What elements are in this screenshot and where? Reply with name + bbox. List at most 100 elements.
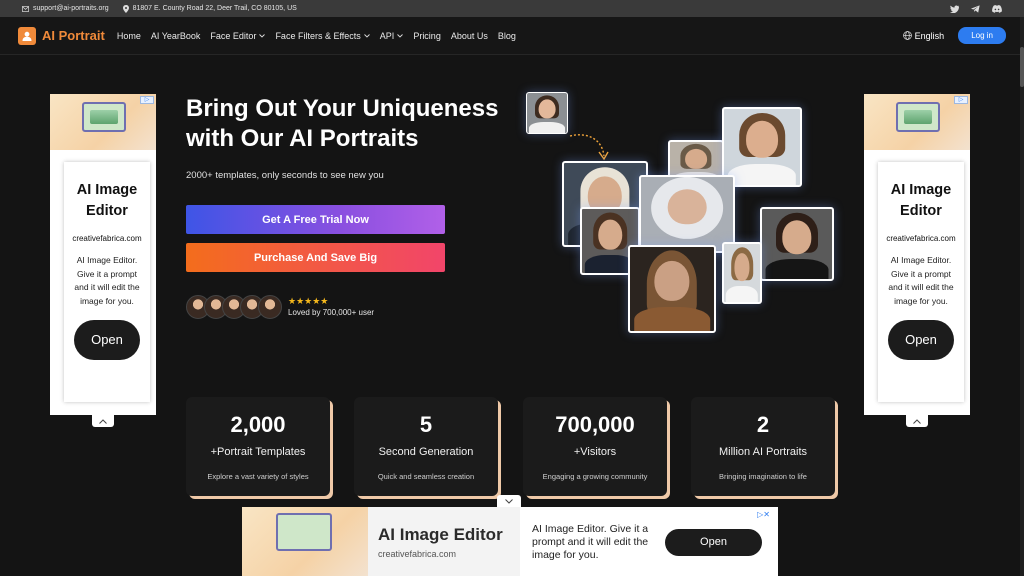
user-avatars — [186, 295, 282, 321]
stat-label: +Visitors — [573, 446, 617, 458]
stat-card: 5 Second Generation Quick and seamless c… — [354, 397, 498, 496]
top-info-bar: support@ai-portraits.org 81807 E. County… — [0, 0, 1024, 17]
chevron-down-icon — [363, 33, 370, 38]
ad-site: creativefabrica.com — [72, 234, 142, 243]
globe-icon — [902, 31, 912, 40]
ad-description: AI Image Editor. Give it a prompt and it… — [532, 523, 649, 561]
stat-number: 2,000 — [230, 412, 286, 437]
nav-right: English Log in — [902, 27, 1006, 44]
chevron-down-icon — [505, 498, 513, 504]
address-contact: 81807 E. County Road 22, Deer Trail, CO … — [122, 4, 297, 13]
sample-portrait — [760, 207, 834, 281]
email-text: support@ai-portraits.org — [33, 5, 109, 12]
login-button[interactable]: Log in — [958, 27, 1006, 44]
ad-description: AI Image Editor. Give it a prompt and it… — [888, 255, 954, 306]
language-selector[interactable]: English — [902, 30, 945, 41]
ad-card: AI Image Editor creativefabrica.com AI I… — [878, 162, 964, 402]
ad-collapse-toggle[interactable] — [92, 415, 114, 427]
nav-label: API — [379, 30, 395, 41]
page-scrollbar[interactable] — [1020, 17, 1024, 576]
loved-by-text: Loved by 700,000+ user — [288, 308, 375, 317]
twitter-icon[interactable] — [950, 5, 959, 13]
brand-logo[interactable]: AI Portrait — [18, 26, 105, 45]
language-label: English — [914, 30, 945, 41]
stat-label: +Portrait Templates — [210, 446, 306, 458]
rating-stars-icon: ★★★★★ — [288, 296, 329, 306]
ad-description: AI Image Editor. Give it a prompt and it… — [74, 255, 140, 306]
discord-icon[interactable] — [992, 4, 1002, 13]
nav-item-blog[interactable]: Blog — [498, 31, 516, 41]
stat-number: 2 — [756, 412, 770, 437]
nav-label: Home — [116, 30, 141, 41]
nav-item-about-us[interactable]: About Us — [451, 31, 488, 41]
purchase-button[interactable]: Purchase And Save Big — [186, 243, 445, 272]
nav-label: Blog — [497, 30, 516, 41]
free-trial-button[interactable]: Get A Free Trial Now — [186, 205, 445, 234]
main-navigation: AI Portrait Home AI YearBook Face Editor… — [0, 17, 1024, 55]
nav-item-pricing[interactable]: Pricing — [413, 31, 441, 41]
nav-label: Face Filters & Effects — [275, 30, 361, 41]
brand-name: AI Portrait — [42, 28, 105, 43]
sample-portrait — [722, 242, 762, 304]
ad-image — [242, 507, 368, 576]
right-side-ad[interactable]: ▷ AI Image Editor creativefabrica.com AI… — [864, 94, 970, 427]
nav-item-face-filters[interactable]: Face Filters & Effects — [275, 30, 370, 41]
stat-description: Bringing imagination to life — [719, 472, 807, 481]
ad-open-button[interactable]: Open — [74, 320, 140, 360]
stat-label: Million AI Portraits — [718, 446, 808, 458]
address-text: 81807 E. County Road 22, Deer Trail, CO … — [132, 5, 297, 12]
ad-image: ▷ — [50, 94, 156, 150]
stat-description: Engaging a growing community — [542, 472, 648, 481]
nav-item-face-editor[interactable]: Face Editor — [210, 30, 266, 41]
nav-item-home[interactable]: Home — [117, 31, 141, 41]
ad-title: AI Image Editor — [76, 182, 138, 219]
nav-item-ai-yearbook[interactable]: AI YearBook — [151, 31, 201, 41]
chevron-down-icon — [259, 33, 266, 38]
telegram-icon[interactable] — [971, 4, 980, 13]
ad-choices-icon[interactable]: ▷✕ — [757, 510, 770, 519]
stat-number: 700,000 — [555, 412, 635, 437]
hero-subtitle: 2000+ templates, only seconds to see new… — [186, 170, 384, 181]
monitor-illustration — [896, 102, 940, 132]
stat-card: 700,000 +Visitors Engaging a growing com… — [523, 397, 667, 496]
stat-card: 2,000 +Portrait Templates Explore a vast… — [186, 397, 330, 496]
portrait-logo-icon — [18, 26, 36, 45]
chevron-up-icon — [913, 418, 921, 424]
stat-card: 2 Million AI Portraits Bringing imaginat… — [691, 397, 835, 496]
stat-description: Quick and seamless creation — [377, 472, 475, 481]
stat-label: Second Generation — [378, 446, 474, 458]
nav-label: Pricing — [413, 30, 441, 41]
ad-site: creativefabrica.com — [378, 549, 457, 559]
avatar — [258, 295, 282, 319]
sample-portrait — [628, 245, 716, 333]
left-side-ad[interactable]: ▷ AI Image Editor creativefabrica.com AI… — [50, 94, 156, 427]
dotted-arrow-icon — [569, 134, 609, 161]
ad-image: ▷ — [864, 94, 970, 150]
chevron-down-icon — [397, 33, 404, 38]
nav-label: Face Editor — [210, 30, 257, 41]
ad-choices-icon[interactable]: ▷ — [140, 96, 154, 104]
nav-menu: Home AI YearBook Face Editor Face Filter… — [117, 31, 516, 41]
social-links — [950, 4, 1002, 13]
ad-card: AI Image Editor creativefabrica.com AI I… — [64, 162, 150, 402]
scrollbar-thumb[interactable] — [1020, 47, 1024, 87]
ad-open-button[interactable]: Open — [888, 320, 954, 360]
hero-title: Bring Out Your Uniqueness with Our AI Po… — [186, 95, 499, 152]
mail-icon — [22, 5, 29, 12]
nav-label: AI YearBook — [150, 30, 201, 41]
monitor-illustration — [276, 513, 332, 551]
ad-choices-icon[interactable]: ▷ — [954, 96, 968, 104]
ad-title: AI Image Editor — [378, 525, 503, 544]
stat-description: Explore a vast variety of styles — [207, 472, 309, 481]
monitor-illustration — [82, 102, 126, 132]
bottom-ad-collapse-toggle[interactable] — [497, 495, 521, 507]
chevron-up-icon — [99, 418, 107, 424]
ad-open-button[interactable]: Open — [665, 529, 762, 556]
bottom-banner-ad[interactable]: AI Image Editor creativefabrica.com AI I… — [242, 507, 778, 576]
nav-item-api[interactable]: API — [380, 31, 404, 41]
ad-collapse-toggle[interactable] — [906, 415, 928, 427]
stat-number: 5 — [419, 412, 433, 437]
email-contact[interactable]: support@ai-portraits.org — [22, 5, 109, 12]
location-pin-icon — [122, 4, 129, 13]
ad-site: creativefabrica.com — [886, 234, 956, 243]
